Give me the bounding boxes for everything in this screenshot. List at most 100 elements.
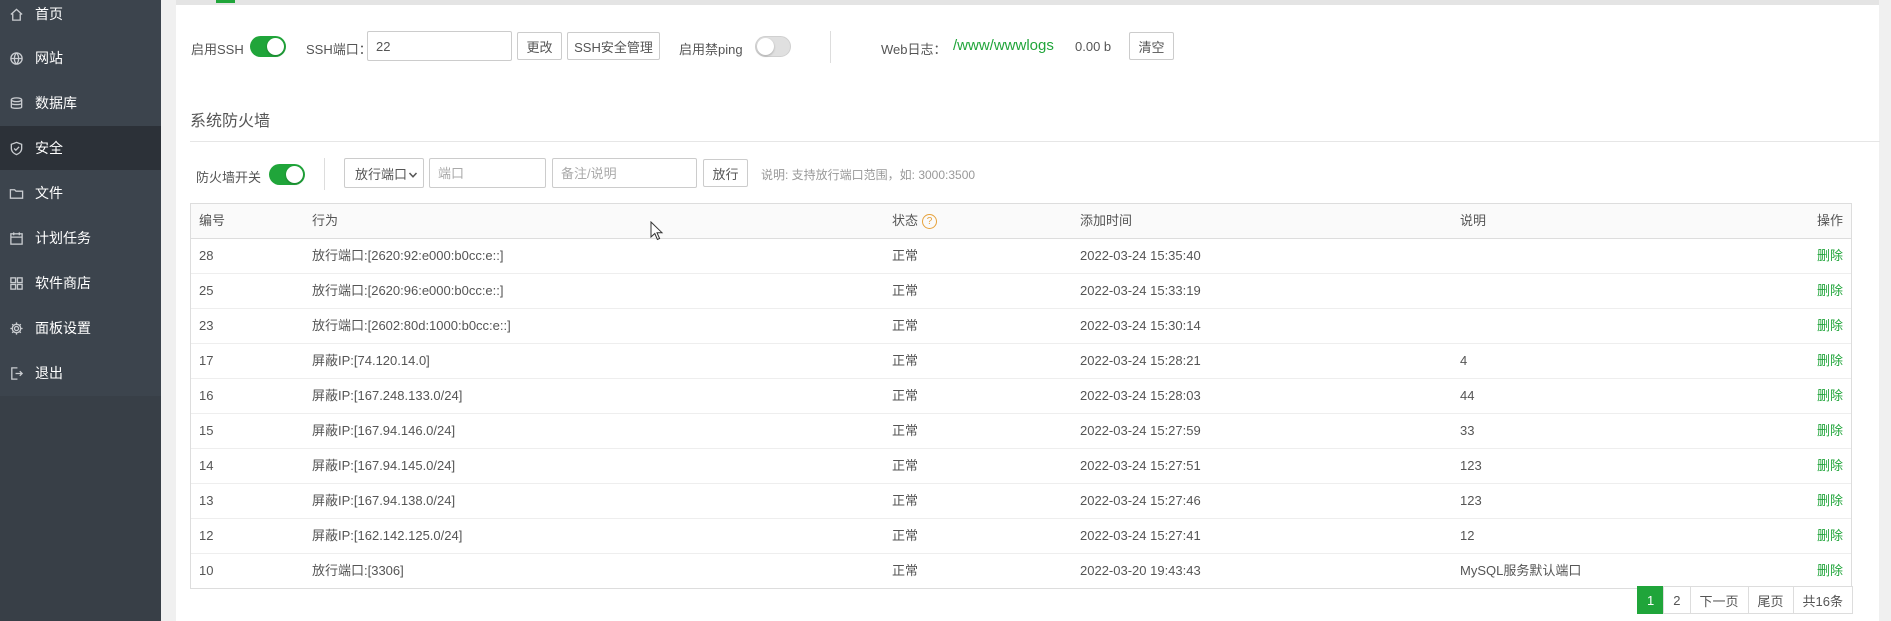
table-row: 25 放行端口:[2620:96:e000:b0cc:e::] 正常 2022-03-… — [191, 274, 1851, 309]
row-status: 正常 — [892, 388, 919, 403]
divider — [324, 158, 325, 190]
row-time: 2022-03-24 15:27:46 — [1080, 493, 1201, 508]
ssh-manage-button[interactable]: SSH安全管理 — [567, 32, 660, 60]
allow-button[interactable]: 放行 — [703, 159, 748, 187]
row-time: 2022-03-20 19:43:43 — [1080, 563, 1201, 578]
page-1-button[interactable]: 1 — [1637, 586, 1665, 614]
delete-link[interactable]: 删除 — [1817, 554, 1843, 588]
section-divider — [190, 141, 1880, 142]
mode-select[interactable]: 放行端口 — [344, 158, 424, 188]
main-panel: 启用SSH SSH端口： 更改 SSH安全管理 启用禁ping Web日志： /… — [176, 0, 1880, 621]
ssh-toggle[interactable] — [250, 36, 286, 57]
sidebar-item-label: 面板设置 — [35, 320, 91, 336]
row-time: 2022-03-24 15:35:40 — [1080, 248, 1201, 263]
mouse-cursor-icon — [650, 221, 664, 241]
sidebar-item-database[interactable]: 数据库 — [0, 81, 161, 125]
row-id: 23 — [199, 318, 214, 333]
ping-toggle[interactable] — [755, 36, 791, 57]
toggle-knob — [286, 166, 303, 183]
row-status: 正常 — [892, 528, 919, 543]
next-page-button[interactable]: 下一页 — [1689, 586, 1749, 614]
row-action: 放行端口:[2602:80d:1000:b0cc:e::] — [312, 318, 511, 333]
row-time: 2022-03-24 15:30:14 — [1080, 318, 1201, 333]
delete-link[interactable]: 删除 — [1817, 379, 1843, 413]
delete-link[interactable]: 删除 — [1817, 309, 1843, 343]
row-action: 放行端口:[3306] — [312, 563, 404, 578]
row-time: 2022-03-24 15:27:59 — [1080, 423, 1201, 438]
help-icon[interactable]: ? — [922, 214, 938, 230]
sidebar-footer-area — [0, 396, 161, 621]
weblog-size: 0.00 b — [1075, 39, 1112, 54]
row-note: 33 — [1460, 423, 1475, 438]
logout-icon — [8, 365, 24, 381]
table-row: 10 放行端口:[3306] 正常 2022-03-20 19:43:43 MySQL服… — [191, 554, 1851, 588]
table-body: 28 放行端口:[2620:92:e000:b0cc:e::] 正常 2022-03-… — [191, 239, 1851, 588]
row-id: 13 — [199, 493, 214, 508]
table-header: 编号 行为 状态? 添加时间 说明 操作 — [191, 204, 1851, 239]
row-id: 17 — [199, 353, 214, 368]
sidebar-item-label: 软件商店 — [35, 275, 91, 291]
delete-link[interactable]: 删除 — [1817, 344, 1843, 378]
row-time: 2022-03-24 15:27:51 — [1080, 458, 1201, 473]
delete-link[interactable]: 删除 — [1817, 449, 1843, 483]
last-page-button[interactable]: 尾页 — [1747, 586, 1794, 614]
delete-link[interactable]: 删除 — [1817, 274, 1843, 308]
row-note: 4 — [1460, 353, 1468, 368]
table-row: 12 屏蔽IP:[162.142.125.0/24] 正常 2022-03-24 15… — [191, 519, 1851, 554]
row-status: 正常 — [892, 458, 919, 473]
row-time: 2022-03-24 15:28:03 — [1080, 388, 1201, 403]
delete-link[interactable]: 删除 — [1817, 239, 1843, 273]
delete-link[interactable]: 删除 — [1817, 414, 1843, 448]
header-note: 说明 — [1460, 213, 1487, 228]
toggle-knob — [267, 38, 284, 55]
sidebar-item-cron[interactable]: 计划任务 — [0, 216, 161, 260]
sidebar-item-settings[interactable]: 面板设置 — [0, 306, 161, 350]
port-input[interactable] — [429, 158, 546, 188]
header-time: 添加时间 — [1080, 213, 1133, 228]
firewall-switch-label: 防火墙开关 — [196, 170, 262, 185]
row-status: 正常 — [892, 283, 919, 298]
note-input[interactable] — [552, 158, 697, 188]
mode-select-value: 放行端口 — [355, 166, 408, 182]
header-id: 编号 — [199, 213, 226, 228]
toggle-knob — [757, 38, 774, 55]
clear-log-button[interactable]: 清空 — [1129, 32, 1174, 60]
sidebar-item-logout[interactable]: 退出 — [0, 351, 161, 395]
sidebar-item-website[interactable]: 网站 — [0, 36, 161, 80]
hint-text: 说明: 支持放行端口范围，如: 3000:3500 — [761, 168, 976, 182]
page-2-button[interactable]: 2 — [1663, 586, 1691, 614]
table-row: 17 屏蔽IP:[74.120.14.0] 正常 2022-03-24 15:28:2… — [191, 344, 1851, 379]
sidebar-item-home[interactable]: 首页 — [0, 0, 161, 36]
sidebar-item-label: 安全 — [35, 140, 63, 156]
table-row: 13 屏蔽IP:[167.94.138.0/24] 正常 2022-03-24 15:… — [191, 484, 1851, 519]
header-action: 行为 — [312, 213, 339, 228]
row-note: 123 — [1460, 458, 1482, 473]
row-action: 屏蔽IP:[74.120.14.0] — [312, 353, 430, 368]
sidebar-item-files[interactable]: 文件 — [0, 171, 161, 215]
row-id: 12 — [199, 528, 214, 543]
section-title: 系统防火墙 — [190, 113, 271, 130]
ssh-port-input[interactable] — [367, 31, 512, 61]
top-tab-strip — [176, 0, 1879, 5]
row-status: 正常 — [892, 493, 919, 508]
firewall-toggle[interactable] — [269, 164, 305, 185]
sidebar-item-label: 网站 — [35, 50, 63, 66]
weblog-label: Web日志： — [881, 42, 947, 57]
firewall-table: 编号 行为 状态? 添加时间 说明 操作 28 放行端口:[2620:92:e00… — [190, 203, 1852, 589]
divider — [830, 31, 831, 63]
row-id: 10 — [199, 563, 214, 578]
delete-link[interactable]: 删除 — [1817, 519, 1843, 553]
chevron-down-icon — [408, 168, 418, 183]
header-status: 状态? — [892, 204, 938, 238]
sidebar-item-store[interactable]: 软件商店 — [0, 261, 161, 305]
sidebar-item-label: 数据库 — [35, 95, 77, 111]
sidebar-item-security[interactable]: 安全 — [0, 126, 161, 170]
row-action: 屏蔽IP:[162.142.125.0/24] — [312, 528, 463, 543]
row-time: 2022-03-24 15:27:41 — [1080, 528, 1201, 543]
change-port-button[interactable]: 更改 — [517, 32, 562, 60]
ping-label: 启用禁ping — [679, 42, 743, 57]
home-icon — [8, 6, 24, 22]
weblog-path-link[interactable]: /www/wwwlogs — [953, 37, 1054, 54]
row-action: 屏蔽IP:[167.94.145.0/24] — [312, 458, 456, 473]
delete-link[interactable]: 删除 — [1817, 484, 1843, 518]
